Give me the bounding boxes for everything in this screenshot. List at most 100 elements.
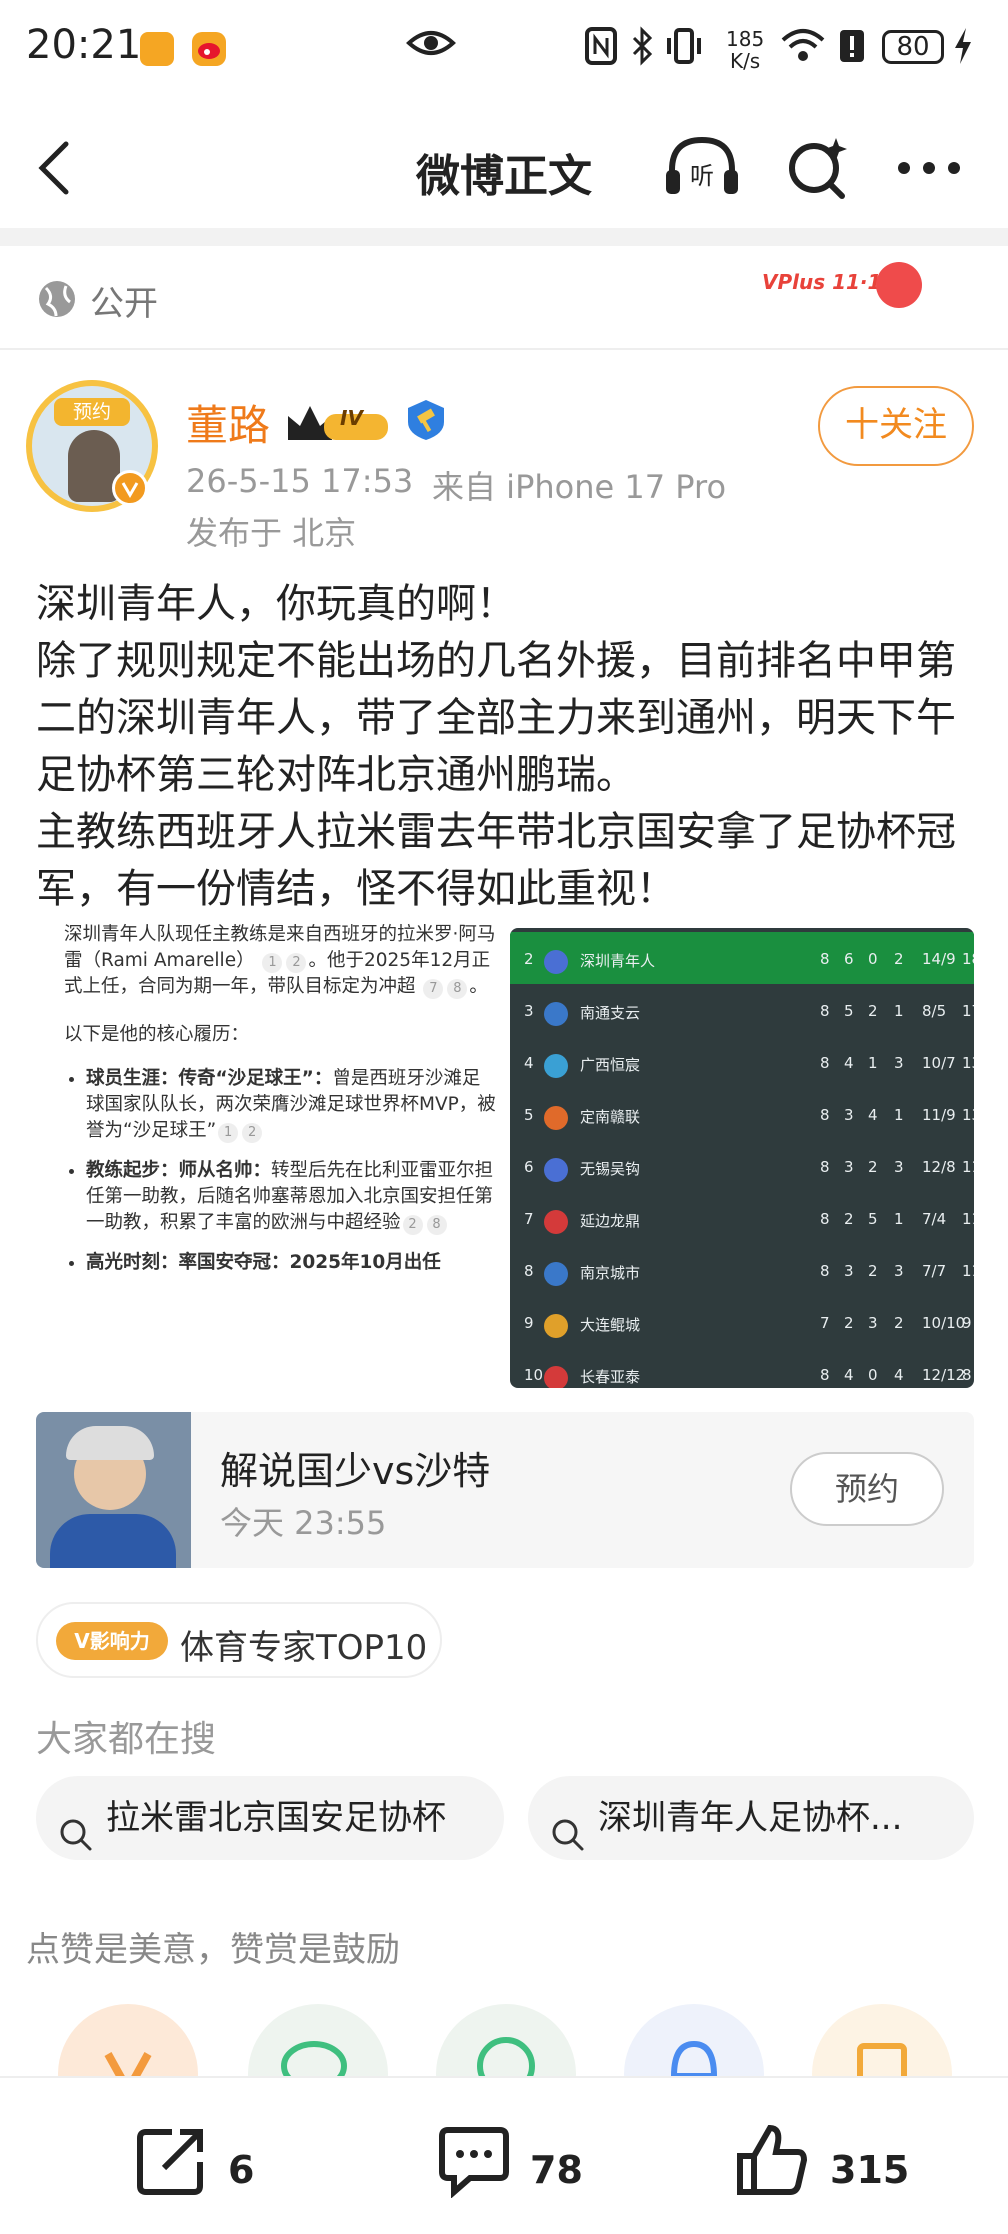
team-logo-icon (544, 1210, 568, 1234)
net-speed: 185 K/s (726, 28, 764, 72)
post-image-standings[interactable]: 2深圳青年人860214/9183南通支云85218/5174广西恒宸84131… (510, 928, 974, 1388)
page-title: 微博正文 (416, 151, 592, 202)
like-count[interactable]: 315 (830, 2148, 909, 2192)
bottom-action-bar: 6 78 315 (0, 2076, 1008, 2234)
reference-marker: 8 (426, 1215, 447, 1235)
comment-count[interactable]: 78 (530, 2148, 583, 2192)
verified-badge-icon (112, 470, 148, 506)
standings-cell-team: 大连鲲城 (580, 1316, 641, 1334)
standings-row: 3 南通支云 8521 8/5 17 (510, 984, 974, 1036)
bluetooth-icon (630, 26, 654, 74)
post-image-coach-profile[interactable]: 深圳青年人队现任主教练是来自西班牙的拉米罗·阿马雷（Rami Amarelle）… (36, 922, 498, 1388)
net-speed-value: 185 (726, 27, 765, 51)
more-icon[interactable] (896, 160, 962, 180)
post-line: 主教练西班牙人拉米雷去年带北京国安拿了足协杯冠军，有一份情结，怪不得如此重视！ (36, 809, 956, 912)
standings-cell-team: 定南赣联 (580, 1108, 641, 1126)
standings-cell-w: 4 (844, 1366, 854, 1384)
standings-cell-d: 2 (868, 1262, 878, 1280)
live-card[interactable]: 解说国少vs沙特 今天 23:55 预约 (36, 1412, 974, 1568)
influence-badge[interactable]: V影响力 体育专家TOP10 (36, 1602, 442, 1678)
standings-cell-gd: 7/7 (922, 1262, 947, 1280)
coach-bullet-head: 高光时刻：率国安夺冠： (86, 1252, 290, 1273)
search-icon (58, 1800, 94, 1884)
team-logo-icon (544, 1054, 568, 1078)
standings-row: 6无锡吴钩832312/811 (510, 1140, 974, 1192)
standings-cell-pts: 11 (962, 1262, 974, 1280)
team-logo-icon (544, 1366, 568, 1388)
standings-cell-l: 3 (894, 1158, 904, 1176)
standings-cell-pts: 17 (962, 1002, 974, 1020)
post-body: 深圳青年人，你玩真的啊！ 除了规则规定不能出场的几名外援，目前排名中甲第二的深圳… (36, 576, 976, 918)
weibo-notification-icon (192, 32, 226, 66)
search-chip-label: 拉米雷北京国安足协杯 (106, 1798, 446, 1838)
team-logo-icon (544, 1262, 568, 1286)
team-logo-icon (544, 1158, 568, 1182)
standings-cell-p: 8 (820, 1002, 830, 1020)
trending-search-title: 大家都在搜 (36, 1719, 217, 1760)
standings-cell-pts: 13 (962, 1106, 974, 1124)
share-count[interactable]: 6 (228, 2148, 254, 2192)
standings-cell-p: 7 (820, 1314, 830, 1332)
standings-cell-rank: 9 (524, 1314, 534, 1332)
reference-marker: 1 (262, 953, 283, 973)
standings-cell-p: 8 (820, 1158, 830, 1176)
search-chip[interactable]: 深圳青年人足协杯... (528, 1776, 974, 1860)
standings-cell-rank: 6 (524, 1158, 534, 1176)
vplus-badge[interactable]: VPlus 11·11 (758, 258, 928, 318)
standings-cell-l: 3 (894, 1262, 904, 1280)
influence-v-badge: V影响力 (56, 1622, 168, 1660)
influence-text: 体育专家TOP10 (180, 1628, 428, 1668)
nfc-icon (584, 26, 618, 74)
separator (0, 348, 1008, 350)
hammer-badge-icon (404, 398, 448, 446)
charging-icon (952, 26, 974, 74)
coach-bullet: 球员生涯：传奇“沙足球王”：曾是西班牙沙滩足球国家队队长，两次荣膺沙滩足球世界杯… (86, 1066, 498, 1144)
standings-row: 2深圳青年人860214/918 (510, 932, 974, 984)
search-chip[interactable]: 拉米雷北京国安足协杯 (36, 1776, 504, 1860)
standings-cell-rank: 5 (524, 1106, 534, 1124)
standings-cell-pts: 8 (962, 1366, 972, 1384)
visibility-label: 公开 (90, 284, 158, 324)
standings-row: 7 延边龙鼎 8251 7/4 11 (510, 1192, 974, 1244)
standings-cell-d: 0 (868, 1366, 878, 1384)
standings-cell-rank: 8 (524, 1262, 534, 1280)
standings-cell-p: 8 (820, 1262, 830, 1280)
reserve-button[interactable]: 预约 (790, 1452, 944, 1526)
praise-hint: 点赞是美意，赞赏是鼓励 (26, 1930, 400, 1970)
standings-row: 5 定南赣联 8341 11/9 13 (510, 1088, 974, 1140)
share-icon[interactable] (134, 2122, 210, 2202)
live-thumbnail (36, 1412, 191, 1568)
alert-icon (838, 26, 866, 74)
standings-cell-p: 8 (820, 1054, 830, 1072)
post-line: 深圳青年人，你玩真的啊！ (36, 581, 516, 627)
standings-row: 4广西恒宸841310/713 (510, 1036, 974, 1088)
net-speed-unit: K/s (729, 49, 761, 73)
ai-search-icon[interactable] (784, 132, 854, 206)
standings-cell-l: 3 (894, 1054, 904, 1072)
standings-cell-gd: 12/8 (922, 1158, 956, 1176)
coach-intro: 深圳青年人队现任主教练是来自西班牙的拉米罗·阿马雷（Rami Amarelle）… (64, 924, 496, 999)
search-icon (550, 1800, 586, 1884)
team-logo-icon (544, 950, 568, 974)
standings-cell-gd: 11/9 (922, 1106, 956, 1124)
team-logo-icon (544, 1002, 568, 1026)
standings-cell-d: 2 (868, 1002, 878, 1020)
reference-marker: 2 (286, 953, 307, 973)
like-icon[interactable] (734, 2122, 810, 2202)
standings-row: 10 长春亚泰 8 4 0 4 12/12 8 (510, 1348, 974, 1388)
listen-icon[interactable]: 听 (662, 132, 742, 206)
avatar-tag: 预约 (54, 398, 130, 426)
standings-cell-w: 3 (844, 1106, 854, 1124)
standings-cell-gd: 8/5 (922, 1002, 947, 1020)
wifi-icon (780, 26, 826, 74)
standings-cell-w: 2 (844, 1314, 854, 1332)
coach-bullet: 高光时刻：率国安夺冠：2025年10月出任 (86, 1250, 498, 1276)
member-level: IV (340, 406, 363, 430)
comment-icon[interactable] (436, 2122, 512, 2202)
post-time: 26-5-15 17:53 (186, 462, 414, 500)
standings-row: 9 大连鲲城 7 2 3 2 10/10 9 (510, 1296, 974, 1348)
reference-marker: 2 (402, 1215, 423, 1235)
author-name[interactable]: 董路 (186, 392, 270, 453)
follow-button[interactable]: 十关注 (818, 386, 974, 466)
live-title: 解说国少vs沙特 (220, 1449, 491, 1493)
